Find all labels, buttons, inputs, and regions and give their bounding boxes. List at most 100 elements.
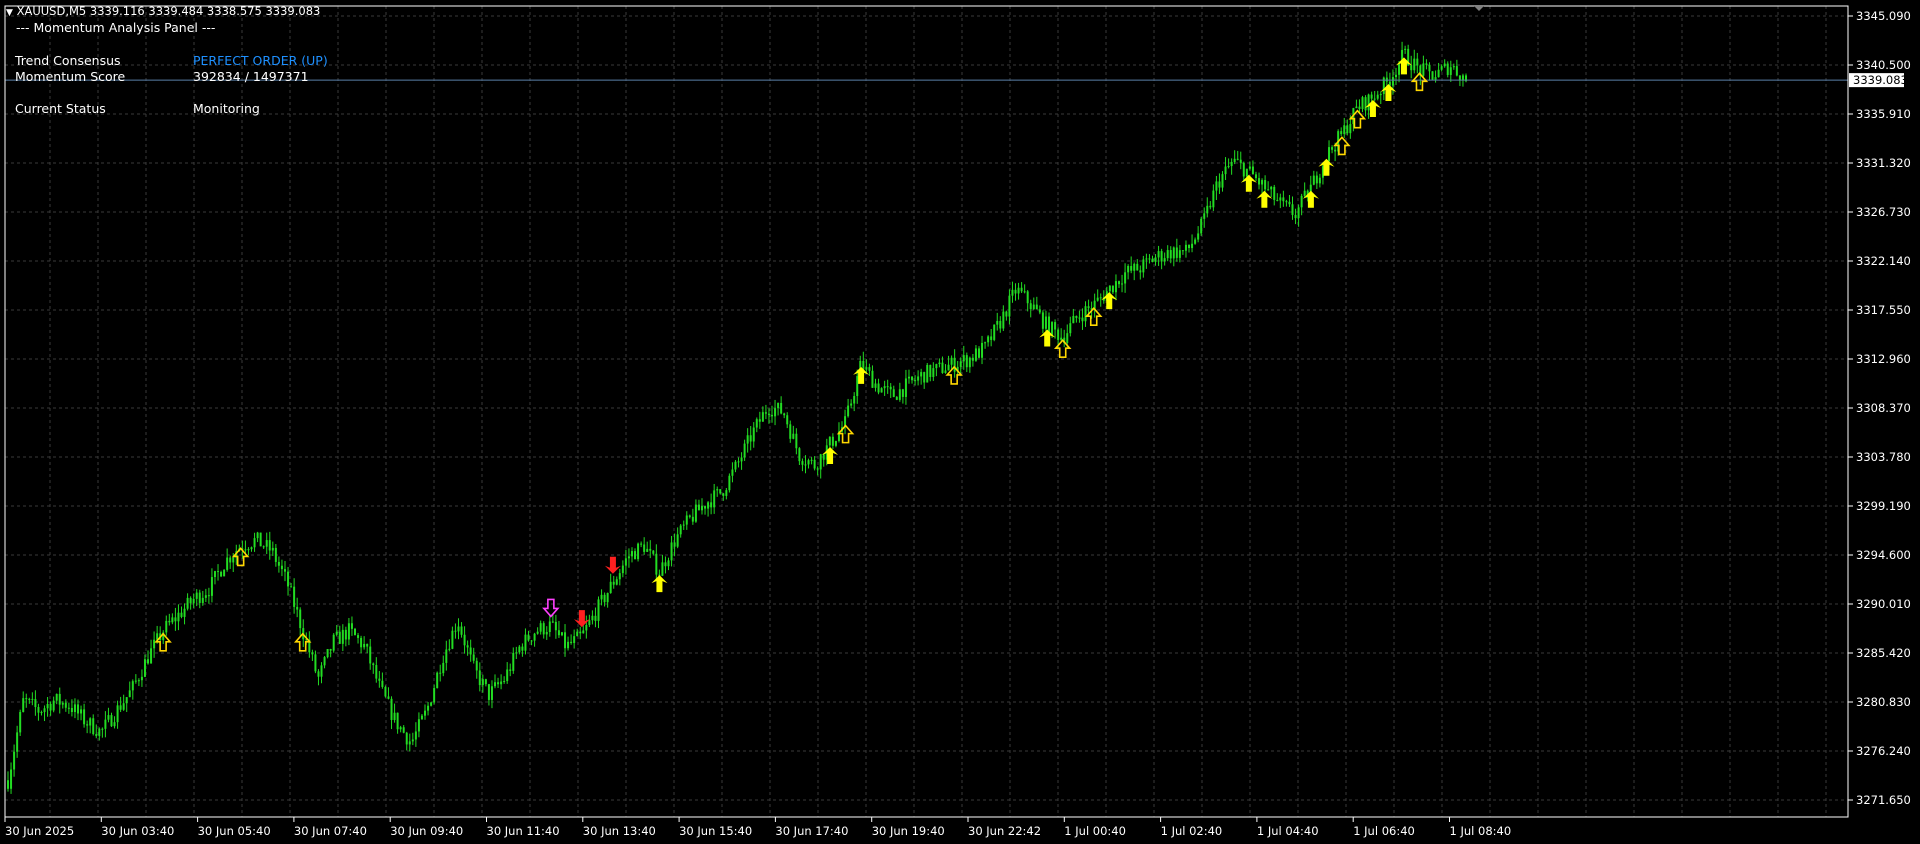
candle-body [783, 413, 786, 416]
price-axis-label: 3335.910 [1856, 107, 1911, 121]
candle-body [1261, 180, 1264, 185]
candle-body [253, 538, 256, 548]
candle-body [1245, 168, 1248, 177]
candle-body [959, 361, 962, 367]
candle-body [250, 547, 253, 550]
candle-body [1002, 311, 1005, 329]
candle-body [217, 571, 220, 573]
candle-body [402, 727, 405, 733]
price-axis-label: 3308.370 [1856, 401, 1911, 415]
candle-body [366, 643, 369, 647]
symbol-bar[interactable]: ▼ XAUUSD,M5 3339.116 3339.484 3338.575 3… [6, 4, 320, 21]
candle-body [1349, 124, 1352, 134]
candle-body [1017, 287, 1020, 294]
candle-body [1209, 205, 1212, 208]
candle-body [1379, 94, 1382, 96]
candle-body [1114, 281, 1117, 293]
momentum-score-label: Momentum Score [15, 69, 126, 84]
candle-body [1032, 304, 1035, 310]
time-axis-label: 1 Jul 02:40 [1161, 824, 1223, 838]
candle-body [679, 525, 682, 535]
price-chart[interactable]: 3345.090 3340.500 3335.910 3331.320 3326.730… [0, 0, 1920, 844]
candle-body [64, 702, 67, 708]
candle-body [1124, 272, 1127, 284]
candle-body [147, 659, 150, 664]
candle-body [22, 698, 25, 712]
candle-body [536, 631, 539, 634]
candle-body [137, 680, 140, 682]
candle-body [183, 608, 186, 617]
price-axis-label: 3303.780 [1856, 450, 1911, 464]
candle-body [1188, 244, 1191, 249]
candle-body [478, 670, 481, 686]
candle-body [962, 355, 965, 362]
candle-body [941, 362, 944, 373]
candle-body [1279, 197, 1282, 201]
candle-body [283, 569, 286, 572]
candle-body [1288, 201, 1291, 205]
candle-body [630, 551, 633, 557]
candle-body [174, 617, 177, 622]
candle-body [204, 595, 207, 598]
candle-body [1331, 147, 1334, 150]
price-axis-label: 3317.550 [1856, 303, 1911, 317]
candle-body [603, 594, 606, 603]
candle-body [609, 581, 612, 593]
candle-body [892, 389, 895, 397]
candle-body [472, 654, 475, 661]
candle-body [445, 649, 448, 663]
time-axis-label: 30 Jun 15:40 [679, 824, 752, 838]
candle-body [1391, 77, 1394, 86]
candle-body [290, 586, 293, 588]
candle-body [1197, 233, 1200, 240]
candle-body [357, 635, 360, 638]
candle-body [1184, 244, 1187, 251]
candle-body [1239, 159, 1242, 163]
up-arrow-icon [1240, 174, 1257, 192]
time-axis-label: 1 Jul 00:40 [1064, 824, 1126, 838]
candle-body [764, 412, 767, 414]
candle-body [667, 560, 670, 567]
candle-body [332, 634, 335, 651]
candle-body [262, 546, 265, 548]
time-axis-label: 1 Jul 08:40 [1450, 824, 1512, 838]
candle-body [232, 557, 235, 563]
up-arrow-icon [1318, 158, 1335, 176]
time-axis-label: 30 Jun 17:40 [775, 824, 848, 838]
candle-body [427, 705, 430, 711]
candle-body [917, 376, 920, 381]
candle-body [588, 620, 591, 625]
candle-body [448, 648, 451, 650]
chart-window[interactable]: 3345.090 3340.500 3335.910 3331.320 3326.730… [0, 0, 1920, 844]
candle-body [920, 372, 923, 377]
candle-body [740, 457, 743, 462]
candle-body [1294, 214, 1297, 219]
candle-body [789, 424, 792, 439]
candle-body [1157, 251, 1160, 258]
candle-body [1008, 295, 1011, 317]
candle-body [926, 364, 929, 383]
candle-body [737, 461, 740, 463]
candle-body [484, 679, 487, 685]
candle-body [627, 556, 630, 559]
candle-body [1254, 174, 1257, 179]
candle-body [981, 342, 984, 358]
candle-body [923, 372, 926, 383]
candle-body [457, 626, 460, 632]
candle-body [89, 718, 92, 726]
candle-body [1282, 197, 1285, 202]
candle-body [1151, 258, 1154, 263]
candle-body [786, 415, 789, 425]
candle-body [1218, 181, 1221, 188]
triangle-down-icon[interactable]: ▼ [6, 8, 13, 18]
candle-body [1200, 218, 1203, 234]
up-arrow-icon [651, 575, 668, 593]
candle-body [326, 649, 329, 658]
candle-body [451, 630, 454, 649]
candle-body [503, 681, 506, 683]
candle-body [707, 502, 710, 509]
price-axis-label: 3345.090 [1856, 9, 1911, 23]
down-arrow-icon [573, 610, 590, 628]
candle-body [220, 571, 223, 577]
candle-body [731, 469, 734, 476]
